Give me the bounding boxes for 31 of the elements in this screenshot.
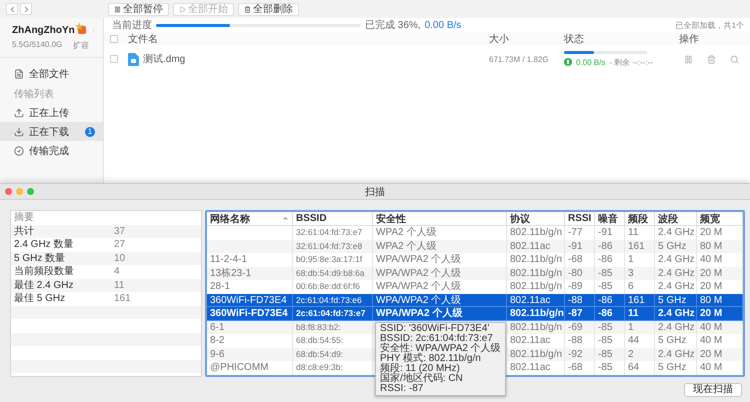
speed-text: 0.00 B/s: [424, 20, 462, 30]
summary-key: 2.4 GHz 数量: [14, 238, 114, 252]
section-label: 传输列表: [13, 88, 55, 102]
column-header: 文件名: [128, 32, 159, 46]
account-name: ZhAngZhoYn: [12, 24, 75, 36]
summary-header: 摘要: [14, 211, 35, 224]
window-title: 扫描: [365, 186, 385, 198]
summary-key: 5 GHz 数量: [14, 252, 114, 265]
summary-value: 37: [114, 224, 126, 238]
storage-usage: 5.5G/5140.0G: [12, 40, 62, 51]
summary-key: 最佳 2.4 GHz: [14, 278, 114, 292]
count-badge: 1: [85, 126, 95, 136]
file-size: 671.73M / 1.82G: [489, 54, 549, 64]
load-summary: 已全部加载，共1个: [676, 20, 744, 30]
file-speed: 0.00 B/s: [576, 58, 606, 66]
summary-key: 最佳 5 GHz: [14, 292, 114, 306]
progress-label: 当前进度: [112, 18, 152, 32]
column-header: 大小: [489, 32, 510, 46]
summary-key: 共计: [14, 224, 114, 238]
summary-key: 当前频段数量: [14, 265, 114, 278]
tooltip: SSID: '360WiFi-FD73E4' BSSID: 2c:61:04:fd:73:e7 安全性: WPA/WPA2 个人级 PHY 模式: 802.11b/g/n 频段: 11 (20 MHz) 国家/地区代码: CN RSSI: -87: [375, 322, 506, 396]
summary-value: 10: [114, 252, 126, 265]
file-name: 测试.dmg: [143, 52, 186, 66]
column-header: 操作: [679, 33, 700, 46]
time-remaining: - 剩余 --:--:--: [609, 56, 653, 68]
summary-value: 11: [114, 278, 126, 292]
column-header: 状态: [564, 32, 585, 46]
progress-text: 已完成 36%,: [365, 18, 421, 32]
summary-value: 4: [114, 265, 121, 278]
summary-value: 161: [114, 292, 132, 306]
summary-value: 27: [114, 238, 126, 252]
